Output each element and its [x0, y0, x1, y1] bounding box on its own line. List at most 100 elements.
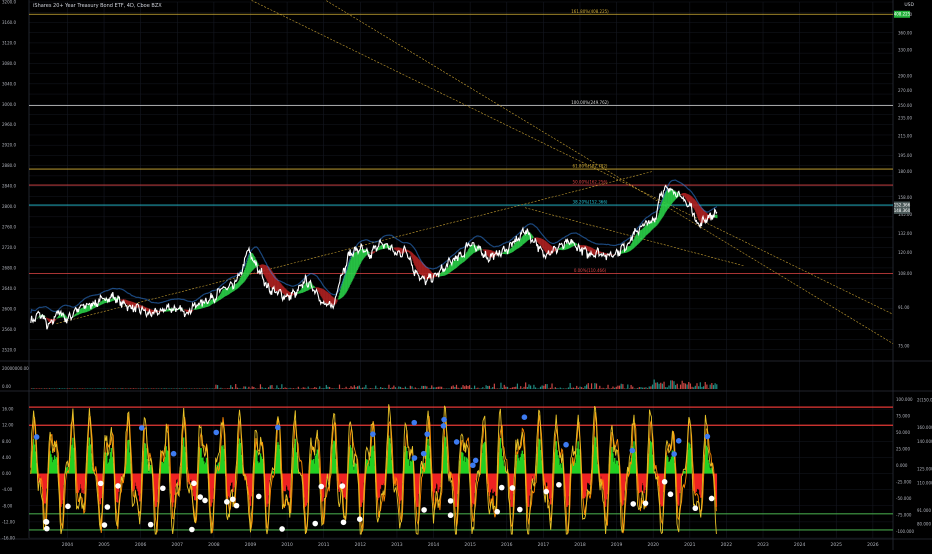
volume-bar	[551, 383, 553, 389]
volume-bar	[534, 387, 537, 389]
volume-bar	[411, 386, 413, 389]
volume-bar	[91, 388, 93, 389]
volume-bar	[643, 387, 645, 389]
volume-bar	[513, 387, 515, 389]
volume-bar	[478, 388, 481, 389]
volume-bar	[213, 388, 215, 389]
current-price-text: 408.225	[894, 12, 911, 17]
volume-bar	[498, 388, 500, 389]
signal-dot-white	[224, 499, 230, 505]
volume-bar	[182, 388, 184, 389]
volume-bar	[475, 388, 477, 389]
volume-bar	[586, 384, 588, 389]
chart-title: iShares 20+ Year Treasury Bond ETF, 4D, …	[33, 3, 162, 9]
signal-dot-blue	[453, 439, 460, 445]
volume-bar	[65, 388, 67, 389]
signal-dot-blue	[33, 434, 40, 440]
left-axis-tick: 3040.0	[2, 81, 16, 86]
volume-bar	[179, 388, 181, 389]
volume-bar	[329, 386, 331, 389]
volume-bar	[688, 381, 690, 389]
volume-bar	[304, 387, 306, 389]
volume-bar	[327, 386, 329, 389]
volume-bar	[352, 387, 354, 389]
volume-bar	[273, 388, 275, 389]
chart-root[interactable]: 161.80%(408.225) 100.00%(249.762) 61.80%(1…	[0, 0, 932, 550]
volume-bar	[413, 388, 415, 389]
volume-bar	[385, 388, 387, 389]
volume-bar	[422, 385, 425, 389]
volume-bar	[686, 384, 688, 389]
volume-bar	[709, 384, 711, 389]
volume-bar	[576, 385, 578, 389]
volume-bar	[314, 387, 316, 389]
volume-bar	[416, 388, 418, 389]
volume-bar	[350, 386, 352, 389]
volume-bar	[190, 388, 192, 389]
x-axis-tick: 2025	[831, 542, 843, 548]
volume-bar	[668, 385, 670, 389]
volume-bar	[184, 388, 186, 389]
oscillator-right-tick-secondary: 91.000	[917, 508, 931, 513]
volume-bar	[574, 388, 576, 389]
volume-bar	[396, 388, 398, 389]
volume-bar	[109, 388, 112, 389]
oscillator-right-tick: 75.000	[896, 414, 910, 419]
volume-bar	[78, 388, 80, 389]
x-axis-tick: 2021	[684, 542, 696, 548]
signal-dot-blue	[440, 423, 447, 429]
signal-dot-blue	[704, 433, 711, 440]
volume-bar	[434, 387, 436, 389]
current-price-text: 148.360	[894, 208, 911, 213]
volume-bar	[409, 385, 411, 389]
volume-bar	[271, 385, 273, 389]
volume-bar	[482, 387, 484, 389]
x-axis-tick: 2005	[98, 542, 110, 548]
volume-bar	[48, 388, 51, 389]
volume-bar	[429, 387, 431, 389]
x-axis-tick: 2022	[721, 542, 733, 548]
volume-bar	[128, 388, 130, 389]
volume-bar	[528, 384, 530, 389]
volume-bar	[421, 385, 423, 389]
volume-bar	[75, 388, 77, 389]
volume-bar	[526, 387, 528, 389]
volume-bar	[60, 388, 62, 389]
volume-bar	[100, 388, 102, 389]
signal-dot-blue	[370, 431, 376, 437]
volume-bar	[663, 381, 665, 389]
signal-dot-blue	[671, 451, 677, 457]
volume-bar	[192, 388, 194, 389]
volume-bar	[658, 383, 660, 389]
volume-bar	[502, 387, 504, 389]
volume-bar	[589, 388, 591, 389]
volume-bar	[431, 385, 433, 389]
volume-bar	[470, 387, 472, 389]
volume-bar	[73, 388, 75, 389]
volume-bar	[123, 388, 125, 389]
volume-bar	[681, 380, 683, 389]
volume-bar	[139, 388, 141, 389]
oscillator-left-tick: -12.00	[2, 519, 15, 524]
volume-bar	[63, 388, 65, 389]
x-axis-tick: 2011	[318, 542, 330, 548]
volume-bar	[503, 384, 505, 389]
volume-bar	[258, 388, 260, 389]
volume-bar	[187, 388, 189, 389]
volume-bar	[623, 388, 626, 389]
volume-bar	[378, 388, 380, 389]
volume-bar	[701, 386, 703, 389]
volume-bar	[251, 386, 253, 389]
signal-dot-white	[202, 497, 208, 504]
volume-bar	[221, 388, 224, 389]
oscillator-left-tick: -4.00	[2, 487, 13, 492]
chart-canvas[interactable]: 161.80%(408.225)100.00%(249.762)61.80%(1…	[0, 0, 932, 550]
volume-bar	[147, 388, 149, 389]
volume-bar	[70, 388, 72, 389]
volume-bar	[698, 386, 700, 389]
price-axis-tick: 120.00	[898, 250, 912, 255]
volume-bar	[296, 388, 298, 389]
volume-bar	[399, 386, 402, 389]
volume-bar	[437, 386, 439, 389]
volume-bar	[609, 388, 611, 389]
